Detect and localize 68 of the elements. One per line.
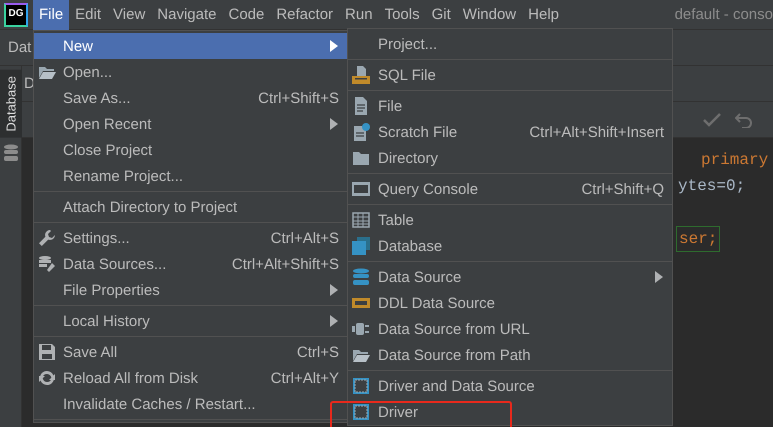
stacked-squares-icon xyxy=(352,237,370,255)
database-wrench-icon xyxy=(38,255,56,273)
database-icon xyxy=(352,268,370,286)
menu-item[interactable]: DDL Data Source xyxy=(348,290,672,316)
menu-bar-item[interactable]: View xyxy=(107,0,152,30)
wrench-icon xyxy=(38,229,56,247)
menu-bar-item[interactable]: Refactor xyxy=(270,0,340,30)
file-icon xyxy=(352,97,370,115)
menu-item[interactable]: Project... xyxy=(348,31,672,57)
menu-item[interactable]: File xyxy=(348,93,672,119)
plug-icon xyxy=(352,320,370,338)
menu-bar-item[interactable]: Edit xyxy=(69,0,108,30)
code-text: primary xyxy=(700,150,770,171)
menu-item[interactable]: Database xyxy=(348,233,672,259)
menu-item[interactable]: Data Source from Path xyxy=(348,342,672,368)
menu-item[interactable]: Rename Project... xyxy=(34,163,347,189)
check-icon[interactable] xyxy=(703,112,721,128)
menu-bar-item[interactable]: Run xyxy=(339,0,379,30)
code-text: ser; xyxy=(676,226,720,252)
menu-bar-item[interactable]: File xyxy=(33,0,70,30)
tool-window-tab[interactable]: Database xyxy=(0,70,22,138)
database-icon xyxy=(2,144,18,162)
menu-item[interactable]: Query Console Ctrl+Shift+Q xyxy=(348,176,672,202)
chip-icon xyxy=(352,403,370,421)
folder-icon xyxy=(352,149,370,167)
menu-item[interactable]: SQL File xyxy=(348,62,672,88)
menu-item[interactable]: Save All Ctrl+S xyxy=(34,339,347,365)
window-title: default - conso xyxy=(674,6,773,23)
menu-bar-item[interactable]: Tools xyxy=(378,0,426,30)
menu-item[interactable]: Local History xyxy=(34,308,347,334)
submenu-arrow-icon xyxy=(329,40,339,52)
menu-item[interactable]: Data Sources... Ctrl+Alt+Shift+S xyxy=(34,251,347,277)
chip-icon xyxy=(352,377,370,395)
menu-item[interactable]: Scratch File Ctrl+Alt+Shift+Insert xyxy=(348,119,672,145)
menu-item[interactable]: Driver and Data Source xyxy=(348,373,672,399)
menu-bar-item[interactable]: Navigate xyxy=(151,0,222,30)
menu-bar-item[interactable]: Window xyxy=(456,0,522,30)
menu-item[interactable]: Close Project xyxy=(34,137,347,163)
menu-item[interactable]: Save As... Ctrl+Shift+S xyxy=(34,85,347,111)
menu-bar-item[interactable]: Help xyxy=(522,0,565,30)
scratch-file-icon xyxy=(352,123,370,141)
menu-item[interactable]: New xyxy=(34,33,347,59)
code-text: ytes=0; xyxy=(677,176,746,197)
reload-icon xyxy=(38,369,56,387)
toolbar-label: Dat xyxy=(8,39,32,56)
menu-item[interactable]: Table xyxy=(348,207,672,233)
menu-item[interactable]: Invalidate Caches / Restart... xyxy=(34,391,347,417)
menu-item[interactable]: Data Source from URL xyxy=(348,316,672,342)
app-logo: DG xyxy=(4,2,28,26)
menu-item[interactable]: Reload All from Disk Ctrl+Alt+Y xyxy=(34,365,347,391)
undo-icon[interactable] xyxy=(735,112,753,128)
menu-item[interactable]: File Properties xyxy=(34,277,347,303)
menu-item[interactable]: Data Source xyxy=(348,264,672,290)
menu-item[interactable]: Open... xyxy=(34,59,347,85)
menu-item[interactable]: Directory xyxy=(348,145,672,171)
menu-item[interactable]: Settings... Ctrl+Alt+S xyxy=(34,225,347,251)
menu-item[interactable]: Driver xyxy=(348,399,672,425)
submenu-arrow-icon xyxy=(329,284,339,296)
menu-bar-item[interactable]: Code xyxy=(222,0,270,30)
submenu-arrow-icon xyxy=(329,118,339,130)
menu-item[interactable]: Attach Directory to Project xyxy=(34,194,347,220)
console-icon xyxy=(352,180,370,198)
menu-bar-item[interactable]: Git xyxy=(426,0,457,30)
sql-file-icon xyxy=(352,66,370,84)
table-icon xyxy=(352,211,370,229)
menu-item[interactable]: Open Recent xyxy=(34,111,347,137)
submenu-arrow-icon xyxy=(654,271,664,283)
submenu-arrow-icon xyxy=(329,315,339,327)
